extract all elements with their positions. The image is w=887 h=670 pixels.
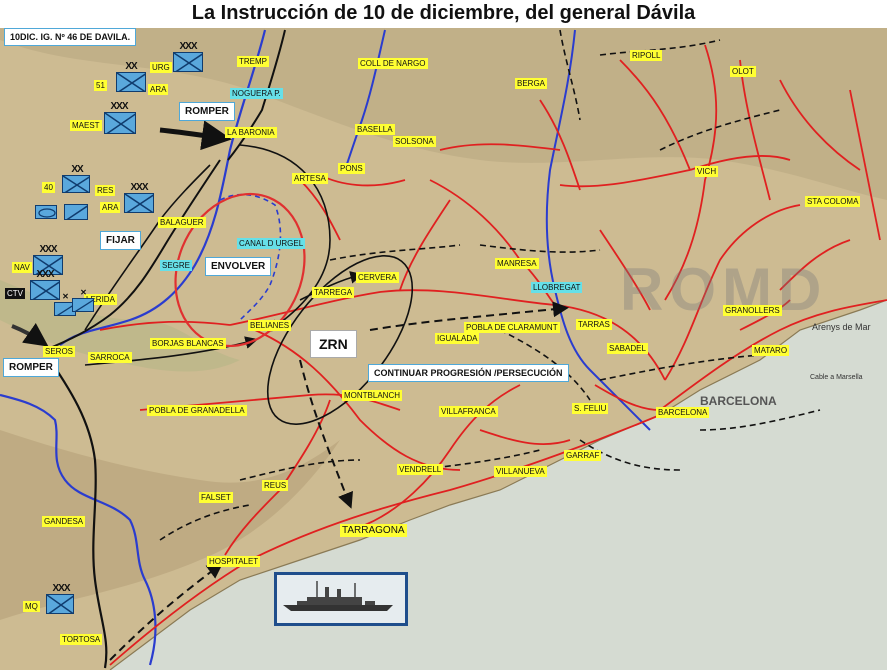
place-label: SEROS (43, 346, 76, 357)
page-title: La Instrucción de 10 de diciembre, del g… (191, 2, 696, 24)
unit-echelon-icon: ✕ (80, 288, 87, 297)
unit-label: ARA (100, 202, 121, 213)
place-label: NOGUERA P. (230, 88, 283, 99)
place-label: RIPOLL (630, 50, 663, 61)
armor-symbol-icon (35, 205, 57, 219)
unit-label: NAV (12, 262, 32, 273)
place-label: STA COLOMA (805, 196, 861, 207)
battleship-icon (283, 581, 393, 611)
place-label: CERVERA (356, 272, 399, 283)
unit-echelon: XXX (179, 41, 197, 52)
unit-mq: XXX (46, 583, 74, 614)
place-label: VILLANUEVA (494, 466, 547, 477)
place-label: S. FELIU (572, 403, 609, 414)
place-label: HOSPITALET (207, 556, 261, 567)
place-label: BASELLA (355, 124, 395, 135)
fijar-label: FIJAR (100, 231, 141, 250)
place-label: SEGRE (160, 260, 193, 271)
unit-label: ARA (148, 84, 169, 95)
place-label: TARRAGONA (340, 524, 407, 537)
sea-city-label: BARCELONA (700, 394, 777, 408)
map-figure: La Instrucción de 10 de diciembre, del g… (0, 0, 887, 670)
place-label: GARRAF (564, 450, 602, 461)
infantry-symbol-icon (124, 193, 154, 213)
place-label: IGUALADA (435, 333, 480, 344)
place-label: BARCELONA (656, 407, 710, 418)
unit-label: RES (95, 185, 116, 196)
unit-51: XX (116, 61, 146, 92)
unit-40: XX (62, 164, 90, 193)
place-label: BORJAS BLANCAS (150, 338, 226, 349)
unit-echelon: XXX (39, 244, 57, 255)
place-label: ARTESA (292, 173, 328, 184)
unit-echelon: XX (71, 164, 83, 175)
unit-reserve (35, 205, 57, 219)
unit-echelon: XXX (52, 583, 70, 594)
infantry-symbol-icon (62, 175, 90, 193)
place-label: VICH (695, 166, 719, 177)
place-label: MATARO (752, 345, 790, 356)
place-label: GANDESA (42, 516, 86, 527)
place-label: GRANOLLERS (723, 305, 782, 316)
place-label: FALSET (199, 492, 233, 503)
infantry-symbol-icon (64, 204, 88, 220)
place-label: MANRESA (495, 258, 539, 269)
romper-south-label: ROMPER (3, 358, 59, 377)
unit-label: MAEST (70, 120, 102, 131)
unit-urg: XXX (173, 41, 203, 72)
unit-echelon: XX (125, 61, 137, 72)
place-label: TARRAS (576, 319, 612, 330)
romper-north-label: ROMPER (179, 102, 235, 121)
place-label: POBLA DE CLARAMUNT (464, 322, 560, 333)
header-box: 10DIC. IG. Nº 46 DE DAVILA. (4, 28, 137, 46)
arenys-label: Arenys de Mar (812, 322, 871, 332)
place-label: PONS (338, 163, 365, 174)
unit-label: 40 (42, 182, 55, 193)
infantry-symbol-icon (173, 52, 203, 72)
place-label: SARROCA (88, 352, 132, 363)
unit-label: URG (150, 62, 172, 73)
place-label: VENDRELL (397, 464, 444, 475)
unit-label: 51 (94, 80, 107, 91)
place-label: LA BARONIA (225, 127, 277, 138)
continuar-label: CONTINUAR PROGRESIÓN /PERSECUCIÓN (368, 364, 569, 382)
place-label: TORTOSA (60, 634, 103, 645)
unit-echelon: XXX (130, 182, 148, 193)
unit-maest: XXX (104, 101, 136, 134)
unit-echelon: XXX (36, 269, 54, 280)
place-label: SABADEL (607, 343, 648, 354)
infantry-symbol-icon (104, 112, 136, 134)
place-label: OLOT (730, 66, 756, 77)
coast-note-label: Cable a Marsella (810, 374, 863, 381)
place-label: BALAGUER (158, 217, 206, 228)
place-label: SOLSONA (393, 136, 436, 147)
infantry-symbol-icon (72, 298, 94, 312)
place-label: CANAL D URGEL (237, 238, 306, 249)
place-label: TARREGA (312, 287, 355, 298)
place-label: TREMP (237, 56, 269, 67)
unit-echelon: XXX (110, 101, 128, 112)
place-label: LLOBREGAT (531, 282, 583, 293)
infantry-symbol-icon (46, 594, 74, 614)
unit-division-b: ✕ (72, 288, 94, 312)
warship-image (274, 572, 408, 626)
unit-ara: XXX (124, 182, 154, 213)
envolver-label: ENVOLVER (205, 257, 272, 276)
place-label: POBLA DE GRANADELLA (147, 405, 247, 416)
unit-label: CTV (5, 288, 25, 299)
place-label: MONTBLANCH (342, 390, 403, 401)
unit-label: MQ (23, 601, 40, 612)
zrn-label: ZRN (310, 330, 357, 358)
infantry-symbol-icon (116, 72, 146, 92)
place-label: REUS (262, 480, 289, 491)
place-label: VILLAFRANCA (439, 406, 498, 417)
place-label: BELIANES (248, 320, 292, 331)
place-label: BERGA (515, 78, 548, 89)
unit-reserve-2 (64, 204, 88, 220)
place-label: COLL DE NARGO (358, 58, 428, 69)
